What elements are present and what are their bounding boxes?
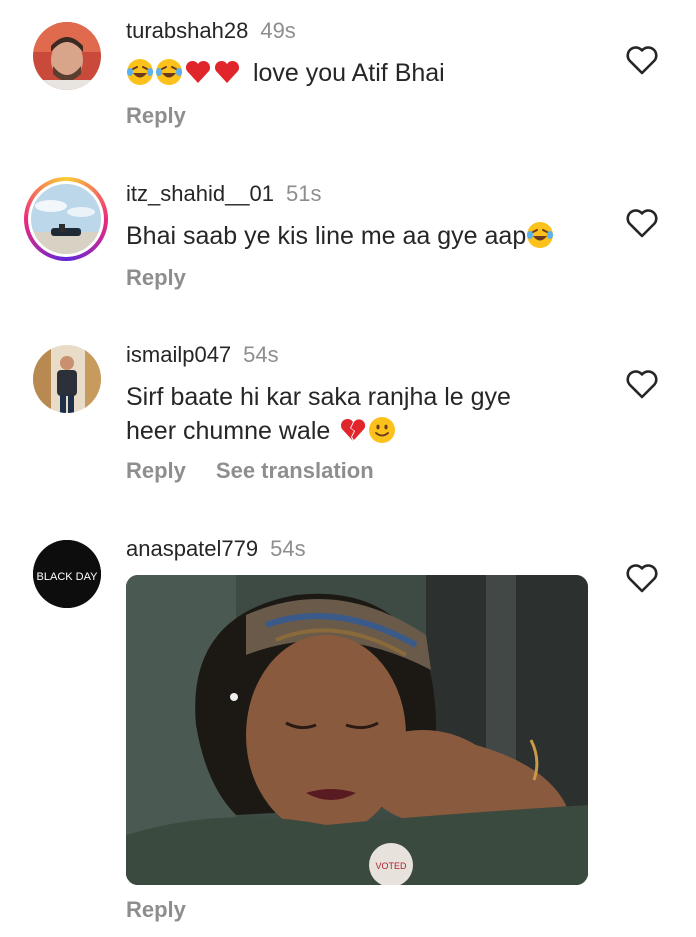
avatar[interactable]: BLACK DAY	[33, 540, 101, 608]
timestamp: 51s	[286, 181, 322, 206]
comment-body: Sirf baate hi kar saka ranjha le gye	[126, 383, 511, 411]
username[interactable]: itz_shahid__01	[126, 181, 274, 206]
comment-meta: anaspatel779 54s	[126, 536, 306, 562]
heart-outline-icon[interactable]	[625, 562, 659, 594]
comment-text-line-1: Sirf baate hi kar saka ranjha le gye	[126, 380, 511, 414]
username[interactable]: turabshah28	[126, 18, 248, 43]
comment-body: heer chumne wale	[126, 417, 331, 445]
comment-body: Bhai saab ye kis line me aa gye aap	[126, 222, 527, 250]
comment-meta: itz_shahid__01 51s	[126, 181, 322, 207]
comment-meta: turabshah28 49s	[126, 18, 296, 44]
reply-button[interactable]: Reply	[126, 265, 186, 290]
avatar[interactable]	[33, 345, 101, 413]
username[interactable]: anaspatel779	[126, 536, 258, 561]
timestamp: 49s	[260, 18, 296, 43]
gif-badge-text: VOTED	[375, 861, 407, 871]
reply-button[interactable]: Reply	[126, 458, 186, 483]
heart-outline-icon[interactable]	[625, 207, 659, 239]
comment-text: Bhai saab ye kis line me aa gye aap	[126, 219, 555, 253]
reply-button[interactable]: Reply	[126, 897, 186, 922]
slight-smile-emoji-icon	[369, 417, 396, 443]
laughing-tears-emoji-icon	[527, 222, 554, 248]
gif-image[interactable]: VOTED	[126, 575, 588, 885]
red-heart-emoji-icon	[185, 60, 211, 83]
broken-heart-emoji-icon	[341, 418, 366, 441]
timestamp: 54s	[270, 536, 306, 561]
comment-body: love you Atif Bhai	[252, 59, 445, 87]
heart-outline-icon[interactable]	[625, 44, 659, 76]
see-translation-button[interactable]: See translation	[216, 458, 374, 483]
avatar[interactable]	[33, 22, 101, 90]
red-heart-emoji-icon	[214, 60, 240, 83]
comment-actions: Reply	[126, 103, 186, 129]
heart-outline-icon[interactable]	[625, 368, 659, 400]
avatar-text: BLACK DAY	[37, 571, 99, 583]
comment-actions: Reply	[126, 897, 186, 923]
comment-text: love you Atif Bhai	[126, 56, 445, 90]
timestamp: 54s	[243, 342, 279, 367]
comment-actions: Reply	[126, 265, 186, 291]
comment-actions: Reply See translation	[126, 458, 374, 484]
reply-button[interactable]: Reply	[126, 103, 186, 128]
avatar-with-story-ring[interactable]	[24, 177, 108, 261]
laughing-tears-emoji-icon	[127, 59, 153, 85]
username[interactable]: ismailp047	[126, 342, 231, 367]
comment-meta: ismailp047 54s	[126, 342, 279, 368]
comment-text-line-2: heer chumne wale	[126, 414, 397, 448]
laughing-tears-emoji-icon	[156, 59, 182, 85]
